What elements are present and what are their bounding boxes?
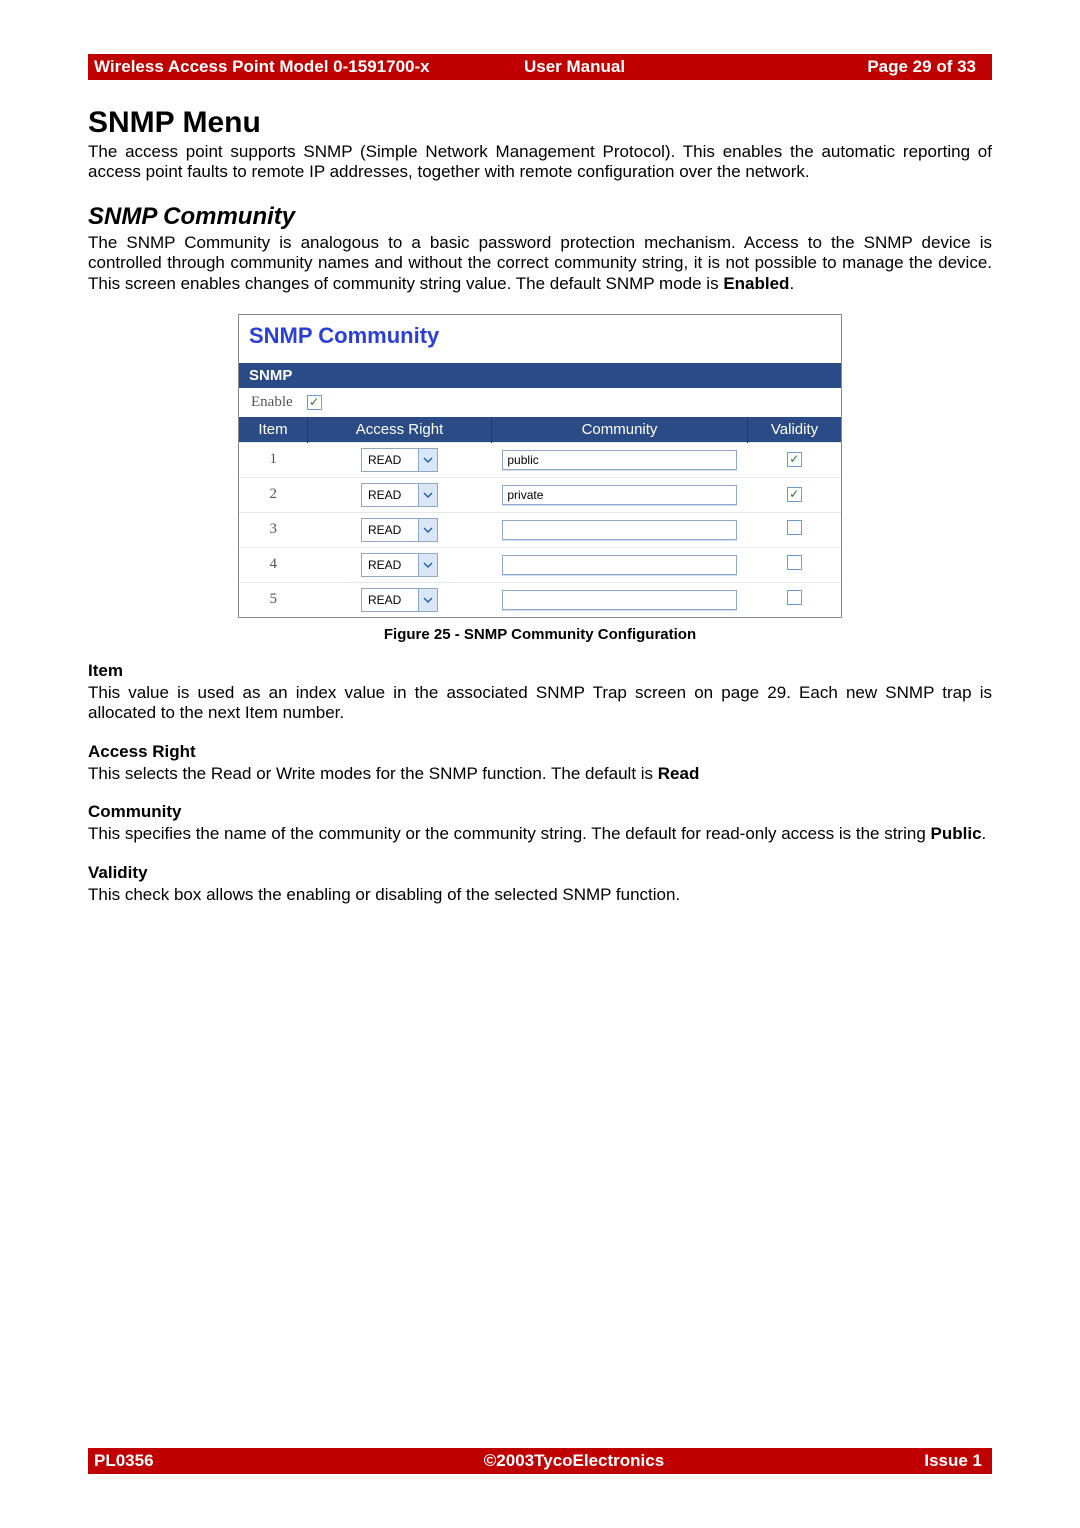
community-input[interactable] [502,450,736,470]
th-community: Community [492,417,748,443]
community-input[interactable] [502,555,736,575]
access-right-dropdown[interactable]: READ [361,448,438,472]
footer-copyright: ©2003TycoElectronics [394,1451,754,1471]
cell-community [492,477,748,512]
validity-checkbox[interactable] [787,590,802,605]
enable-checkbox[interactable] [307,395,322,410]
chevron-down-icon[interactable] [418,449,437,471]
paragraph-community-bold: Enabled [723,274,789,293]
access-right-dropdown[interactable]: READ [361,483,438,507]
access-right-dropdown[interactable]: READ [361,553,438,577]
chevron-down-icon[interactable] [418,519,437,541]
dropdown-value: READ [362,449,418,471]
validity-checkbox[interactable] [787,487,802,502]
figure-title: SNMP Community [239,315,841,363]
paragraph-access-right: This selects the Read or Write modes for… [88,764,992,784]
table-row: 3 READ [239,512,841,547]
validity-checkbox[interactable] [787,452,802,467]
dropdown-value: READ [362,484,418,506]
page-footer-bar: PL0356 ©2003TycoElectronics Issue 1 [88,1448,992,1474]
dropdown-value: READ [362,554,418,576]
cell-validity [748,547,842,582]
enable-label: Enable [251,394,293,411]
snmp-section-bar: SNMP [239,363,841,388]
cell-access-right: READ [308,582,492,617]
cell-item: 1 [239,442,308,477]
footer-issue: Issue 1 [754,1451,986,1471]
paragraph-ar-text: This selects the Read or Write modes for… [88,764,658,783]
table-row: 1 READ [239,442,841,477]
cell-community [492,582,748,617]
community-input[interactable] [502,590,736,610]
dropdown-value: READ [362,589,418,611]
page-header-bar: Wireless Access Point Model 0-1591700-x … [88,54,992,80]
paragraph-community-intro: The SNMP Community is analogous to a bas… [88,233,992,294]
access-right-dropdown[interactable]: READ [361,588,438,612]
th-access-right: Access Right [308,417,492,443]
paragraph-snmp-intro: The access point supports SNMP (Simple N… [88,142,992,183]
paragraph-comm-end: . [982,824,987,843]
table-row: 5 READ [239,582,841,617]
label-access-right: Access Right [88,742,992,762]
paragraph-comm-text: This specifies the name of the community… [88,824,931,843]
validity-checkbox[interactable] [787,520,802,535]
th-item: Item [239,417,308,443]
heading-snmp-community: SNMP Community [88,203,992,231]
cell-item: 3 [239,512,308,547]
header-page: Page 29 of 33 [764,57,986,77]
paragraph-validity: This check box allows the enabling or di… [88,885,992,905]
paragraph-community: This specifies the name of the community… [88,824,992,844]
label-community: Community [88,802,992,822]
community-input[interactable] [502,520,736,540]
cell-community [492,547,748,582]
cell-access-right: READ [308,547,492,582]
paragraph-item: This value is used as an index value in … [88,683,992,724]
paragraph-comm-bold: Public [931,824,982,843]
validity-checkbox[interactable] [787,555,802,570]
cell-validity [748,477,842,512]
cell-validity [748,512,842,547]
cell-access-right: READ [308,512,492,547]
dropdown-value: READ [362,519,418,541]
paragraph-ar-bold: Read [658,764,700,783]
figure-caption: Figure 25 - SNMP Community Configuration [88,626,992,643]
access-right-dropdown[interactable]: READ [361,518,438,542]
chevron-down-icon[interactable] [418,484,437,506]
enable-row: Enable [239,388,841,417]
community-input[interactable] [502,485,736,505]
table-row: 4 READ [239,547,841,582]
footer-doc-id: PL0356 [94,1451,394,1471]
cell-access-right: READ [308,442,492,477]
header-product: Wireless Access Point Model 0-1591700-x [94,57,524,77]
snmp-community-table: Item Access Right Community Validity 1 RE… [239,417,841,617]
cell-item: 2 [239,477,308,512]
paragraph-community-end: . [789,274,794,293]
paragraph-community-text: The SNMP Community is analogous to a bas… [88,233,992,293]
cell-item: 5 [239,582,308,617]
cell-validity [748,582,842,617]
table-row: 2 READ [239,477,841,512]
chevron-down-icon[interactable] [418,554,437,576]
header-manual: User Manual [524,57,764,77]
cell-item: 4 [239,547,308,582]
heading-snmp-menu: SNMP Menu [88,106,992,140]
cell-community [492,442,748,477]
cell-access-right: READ [308,477,492,512]
th-validity: Validity [748,417,842,443]
label-item: Item [88,661,992,681]
cell-validity [748,442,842,477]
figure-snmp-community: SNMP Community SNMP Enable Item Access R… [238,314,842,618]
label-validity: Validity [88,863,992,883]
cell-community [492,512,748,547]
chevron-down-icon[interactable] [418,589,437,611]
